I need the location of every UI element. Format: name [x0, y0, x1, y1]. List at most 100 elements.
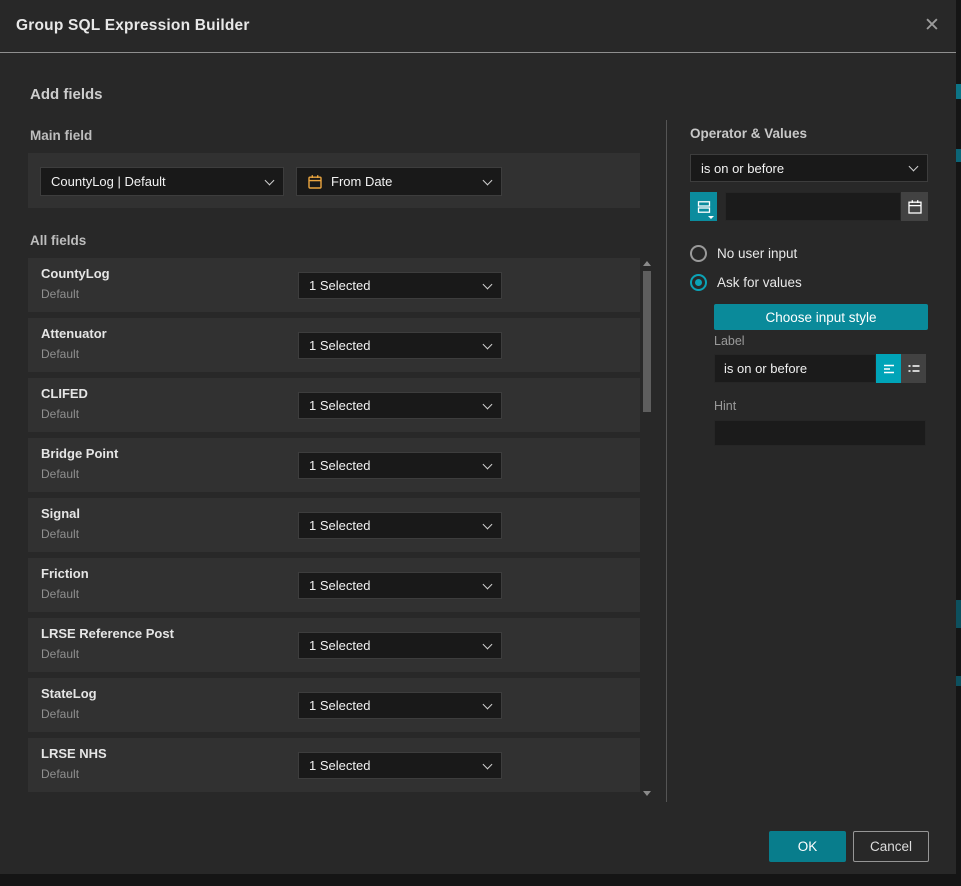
- radio-no-user-input-label: No user input: [717, 246, 797, 261]
- field-row-selected-combo[interactable]: 1 Selected: [298, 332, 502, 359]
- field-row-selected-combo[interactable]: 1 Selected: [298, 452, 502, 479]
- cancel-button[interactable]: Cancel: [853, 831, 929, 862]
- field-row-sublabel: Default: [41, 767, 79, 781]
- dialog-title: Group SQL Expression Builder: [16, 0, 250, 52]
- radio-ask-for-values-label: Ask for values: [717, 275, 802, 290]
- field-row-selected-combo[interactable]: 1 Selected: [298, 272, 502, 299]
- ok-button[interactable]: OK: [769, 831, 846, 862]
- selected-combo-value: 1 Selected: [309, 758, 370, 773]
- group-sql-expression-builder-dialog: Group SQL Expression Builder ✕ Add field…: [0, 0, 956, 874]
- underlying-app-right-edge: [956, 0, 961, 886]
- selected-combo-value: 1 Selected: [309, 338, 370, 353]
- field-row-name: Friction: [41, 566, 89, 581]
- main-field-layer-select[interactable]: CountyLog | Default: [40, 167, 284, 196]
- main-field-date-select[interactable]: From Date: [296, 167, 502, 196]
- dialog-titlebar: Group SQL Expression Builder ✕: [0, 0, 956, 52]
- selected-combo-value: 1 Selected: [309, 578, 370, 593]
- input-style-button[interactable]: [690, 192, 717, 221]
- chevron-down-icon: [483, 699, 493, 709]
- single-input-style-toggle[interactable]: [876, 354, 901, 383]
- field-row-selected-combo[interactable]: 1 Selected: [298, 572, 502, 599]
- field-row-sublabel: Default: [41, 407, 79, 421]
- scroll-up-icon[interactable]: [643, 261, 651, 266]
- field-row-sublabel: Default: [41, 707, 79, 721]
- field-row-sublabel: Default: [41, 527, 79, 541]
- field-row-clifed: CLIFED Default 1 Selected: [28, 378, 640, 432]
- selected-combo-value: 1 Selected: [309, 518, 370, 533]
- field-row-selected-combo[interactable]: 1 Selected: [298, 632, 502, 659]
- field-row-lrse-nhs: LRSE NHS Default 1 Selected: [28, 738, 640, 792]
- date-picker-button[interactable]: [901, 192, 928, 221]
- chevron-down-icon: [483, 519, 493, 529]
- date-select-value: From Date: [331, 174, 392, 189]
- chevron-down-icon: [483, 175, 493, 185]
- field-row-statelog: StateLog Default 1 Selected: [28, 678, 640, 732]
- chevron-down-icon: [483, 759, 493, 769]
- field-row-sublabel: Default: [41, 287, 79, 301]
- field-row-sublabel: Default: [41, 587, 79, 601]
- field-row-selected-combo[interactable]: 1 Selected: [298, 752, 502, 779]
- list-input-style-toggle[interactable]: [901, 354, 926, 383]
- bullet-list-icon: [907, 362, 921, 376]
- field-row-name: Attenuator: [41, 326, 107, 341]
- operator-select-value: is on or before: [701, 161, 784, 176]
- selected-combo-value: 1 Selected: [309, 458, 370, 473]
- choose-input-style-button[interactable]: Choose input style: [714, 304, 928, 330]
- main-field-panel: CountyLog | Default From Date: [28, 153, 640, 208]
- scroll-down-icon[interactable]: [643, 791, 651, 796]
- hint-field-label: Hint: [714, 399, 736, 413]
- field-row-lrse-reference-post: LRSE Reference Post Default 1 Selected: [28, 618, 640, 672]
- value-input[interactable]: [725, 192, 901, 221]
- operator-select[interactable]: is on or before: [690, 154, 928, 182]
- field-row-name: LRSE Reference Post: [41, 626, 174, 641]
- add-fields-heading: Add fields: [30, 86, 103, 103]
- field-row-friction: Friction Default 1 Selected: [28, 558, 640, 612]
- field-row-name: StateLog: [41, 686, 97, 701]
- operator-values-heading: Operator & Values: [690, 126, 807, 141]
- field-row-countylog: CountyLog Default 1 Selected: [28, 258, 640, 312]
- selected-combo-value: 1 Selected: [309, 398, 370, 413]
- close-icon[interactable]: ✕: [920, 14, 944, 38]
- list-scrollbar-thumb[interactable]: [643, 271, 651, 412]
- chevron-down-icon: [909, 162, 919, 172]
- field-row-sublabel: Default: [41, 347, 79, 361]
- label-input[interactable]: [714, 354, 876, 383]
- chevron-down-icon: [483, 279, 493, 289]
- chevron-down-icon: [483, 399, 493, 409]
- radio-circle-icon: [690, 245, 707, 262]
- main-field-heading: Main field: [30, 128, 92, 143]
- hint-input[interactable]: [714, 420, 926, 446]
- radio-selected-icon: [690, 274, 707, 291]
- field-row-sublabel: Default: [41, 647, 79, 661]
- field-row-selected-combo[interactable]: 1 Selected: [298, 392, 502, 419]
- field-row-name: CLIFED: [41, 386, 88, 401]
- field-row-selected-combo[interactable]: 1 Selected: [298, 512, 502, 539]
- field-row-sublabel: Default: [41, 467, 79, 481]
- label-field-label: Label: [714, 334, 745, 348]
- radio-ask-for-values[interactable]: Ask for values: [690, 274, 802, 291]
- radio-no-user-input[interactable]: No user input: [690, 245, 797, 262]
- input-style-icon: [696, 199, 712, 215]
- selected-combo-value: 1 Selected: [309, 638, 370, 653]
- layer-select-value: CountyLog | Default: [51, 174, 166, 189]
- chevron-down-icon: [483, 459, 493, 469]
- field-row-selected-combo[interactable]: 1 Selected: [298, 692, 502, 719]
- field-row-name: Bridge Point: [41, 446, 118, 461]
- underlying-app-bottom-edge: [0, 874, 956, 886]
- column-divider: [666, 120, 667, 802]
- calendar-icon: [307, 174, 323, 190]
- chevron-down-icon: [483, 639, 493, 649]
- titlebar-divider: [0, 52, 956, 53]
- field-row-attenuator: Attenuator Default 1 Selected: [28, 318, 640, 372]
- chevron-down-icon: [265, 175, 275, 185]
- field-row-name: LRSE NHS: [41, 746, 107, 761]
- calendar-icon: [907, 199, 923, 215]
- screen: Group SQL Expression Builder ✕ Add field…: [0, 0, 961, 886]
- field-row-name: CountyLog: [41, 266, 110, 281]
- field-row-name: Signal: [41, 506, 80, 521]
- all-fields-heading: All fields: [30, 233, 86, 248]
- selected-combo-value: 1 Selected: [309, 278, 370, 293]
- align-left-icon: [882, 362, 896, 376]
- selected-combo-value: 1 Selected: [309, 698, 370, 713]
- chevron-down-icon: [483, 339, 493, 349]
